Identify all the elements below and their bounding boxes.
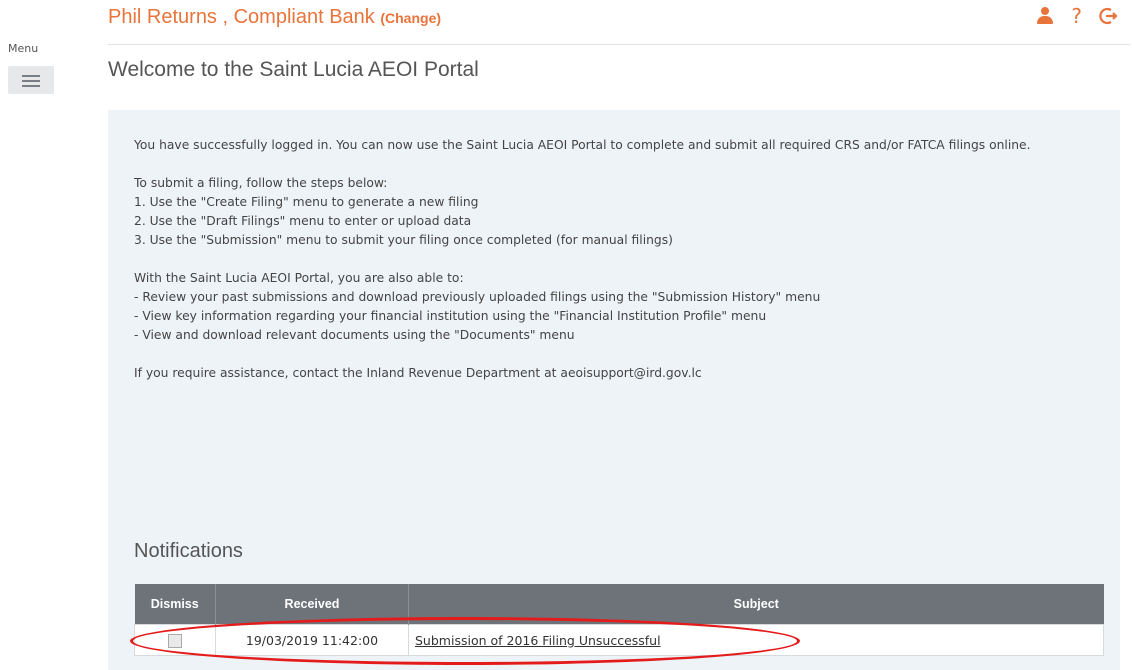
- top-bar: Phil Returns , Compliant Bank (Change) ?: [108, 0, 1130, 45]
- welcome-panel: You have successfully logged in. You can…: [108, 110, 1120, 670]
- column-header-dismiss: Dismiss: [134, 584, 216, 625]
- step-item: 3. Use the "Submission" menu to submit y…: [134, 233, 673, 247]
- user-icon[interactable]: [1035, 5, 1055, 27]
- ability-item: - View key information regarding your fi…: [134, 309, 767, 323]
- assistance-text: If you require assistance, contact the I…: [134, 366, 702, 380]
- hamburger-icon: [22, 74, 40, 87]
- intro-paragraph: You have successfully logged in. You can…: [134, 138, 1031, 152]
- ability-item: - Review your past submissions and downl…: [134, 290, 821, 304]
- welcome-text: You have successfully logged in. You can…: [134, 136, 1094, 402]
- page-title: Welcome to the Saint Lucia AEOI Portal: [108, 58, 479, 81]
- table-header-row: Dismiss Received Subject: [134, 584, 1104, 625]
- step-item: 1. Use the "Create Filing" menu to gener…: [134, 195, 479, 209]
- logout-icon[interactable]: [1098, 5, 1118, 27]
- notifications-title: Notifications: [134, 540, 243, 562]
- change-institution-link[interactable]: (Change): [380, 10, 441, 26]
- step-item: 2. Use the "Draft Filings" menu to enter…: [134, 214, 472, 228]
- steps-block: To submit a filing, follow the steps bel…: [134, 174, 1094, 250]
- abilities-block: With the Saint Lucia AEOI Portal, you ar…: [134, 269, 1094, 345]
- abilities-heading: With the Saint Lucia AEOI Portal, you ar…: [134, 271, 464, 285]
- steps-heading: To submit a filing, follow the steps bel…: [134, 176, 388, 190]
- menu-toggle-button[interactable]: [8, 66, 54, 94]
- top-icons: ?: [1035, 4, 1118, 28]
- user-institution: Phil Returns , Compliant Bank (Change): [108, 6, 441, 29]
- user-name-text: Phil Returns , Compliant Bank: [108, 6, 375, 28]
- highlight-annotation: [130, 617, 800, 665]
- ability-item: - View and download relevant documents u…: [134, 328, 575, 342]
- help-icon[interactable]: ?: [1071, 4, 1082, 28]
- menu-label: Menu: [8, 42, 39, 55]
